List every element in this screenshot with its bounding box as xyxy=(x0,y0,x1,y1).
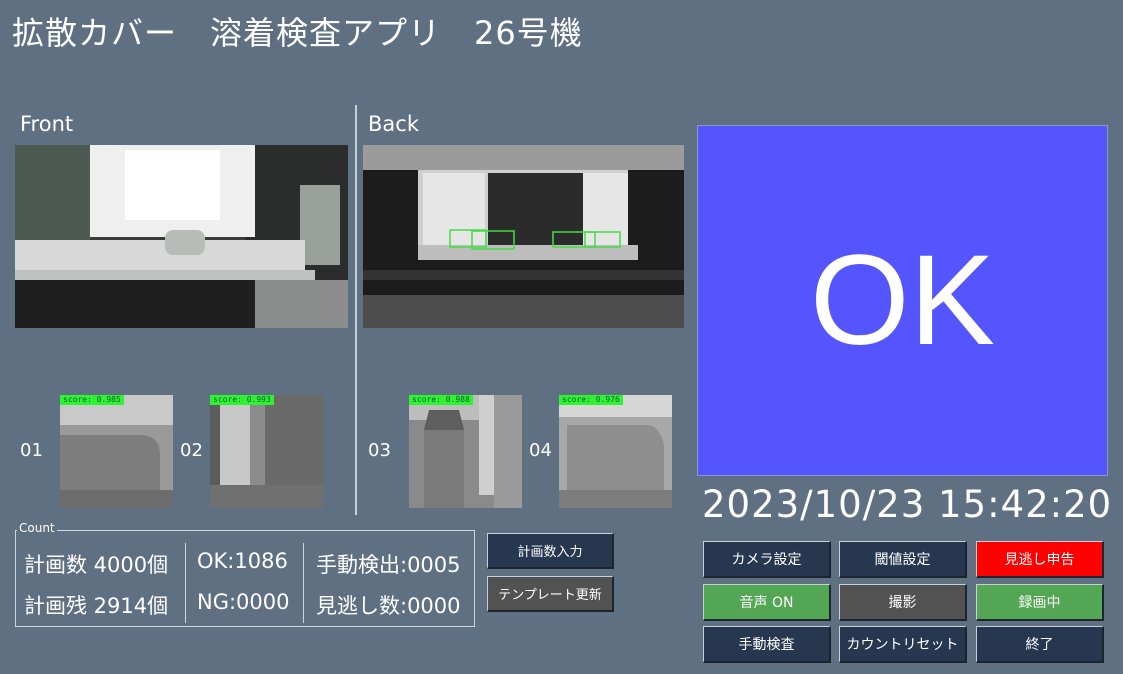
score-tag: score: 0.985 xyxy=(60,395,124,405)
exit-button[interactable]: 終了 xyxy=(976,626,1104,663)
plan-input-button[interactable]: 計画数入力 xyxy=(487,533,614,569)
count-reset-button[interactable]: カウントリセット xyxy=(839,626,967,663)
manual-detect-count: 手動検出:0005 xyxy=(316,553,461,577)
crop-image-04: score: 0.976 xyxy=(559,395,672,508)
datetime-display: 2023/10/23 15:42:20 xyxy=(702,483,1113,526)
report-missed-button[interactable]: 見逃し申告 xyxy=(976,541,1104,578)
recording-button[interactable]: 録画中 xyxy=(976,584,1104,621)
manual-inspect-button[interactable]: 手動検査 xyxy=(703,626,831,663)
count-legend: Count xyxy=(17,521,57,535)
crop-id-04: 04 xyxy=(529,440,552,461)
score-tag: score: 0.988 xyxy=(409,395,473,405)
plan-count: 計画数 4000個 xyxy=(24,553,169,577)
crop-image-01: score: 0.985 xyxy=(60,395,173,508)
score-tag: score: 0.993 xyxy=(210,395,274,405)
crop-id-02: 02 xyxy=(180,440,203,461)
crop-image-02: score: 0.993 xyxy=(210,395,323,508)
template-update-button[interactable]: テンプレート更新 xyxy=(487,576,614,612)
score-tag: score: 0.976 xyxy=(559,395,623,405)
count-separator xyxy=(303,543,304,623)
sound-toggle-button[interactable]: 音声 ON xyxy=(703,584,831,621)
result-panel: OK xyxy=(697,125,1108,476)
app-title: 拡散カバー 溶着検査アプリ 26号機 xyxy=(12,14,583,52)
capture-button[interactable]: 撮影 xyxy=(839,584,967,621)
threshold-settings-button[interactable]: 閾値設定 xyxy=(839,541,967,578)
back-camera-label: Back xyxy=(368,112,419,136)
ng-count: NG:0000 xyxy=(197,590,290,614)
ok-count: OK:1086 xyxy=(197,549,288,573)
camera-divider xyxy=(355,105,357,515)
crop-id-03: 03 xyxy=(368,440,391,461)
missed-count: 見逃し数:0000 xyxy=(316,594,461,618)
crop-image-03: score: 0.988 xyxy=(409,395,522,508)
front-camera-label: Front xyxy=(20,112,74,136)
front-camera-view xyxy=(15,145,348,328)
count-separator xyxy=(185,543,186,623)
camera-settings-button[interactable]: カメラ設定 xyxy=(703,541,831,578)
remaining-count: 計画残 2914個 xyxy=(24,594,169,618)
result-text: OK xyxy=(810,228,995,372)
crop-id-01: 01 xyxy=(20,440,43,461)
back-camera-view xyxy=(363,145,684,328)
